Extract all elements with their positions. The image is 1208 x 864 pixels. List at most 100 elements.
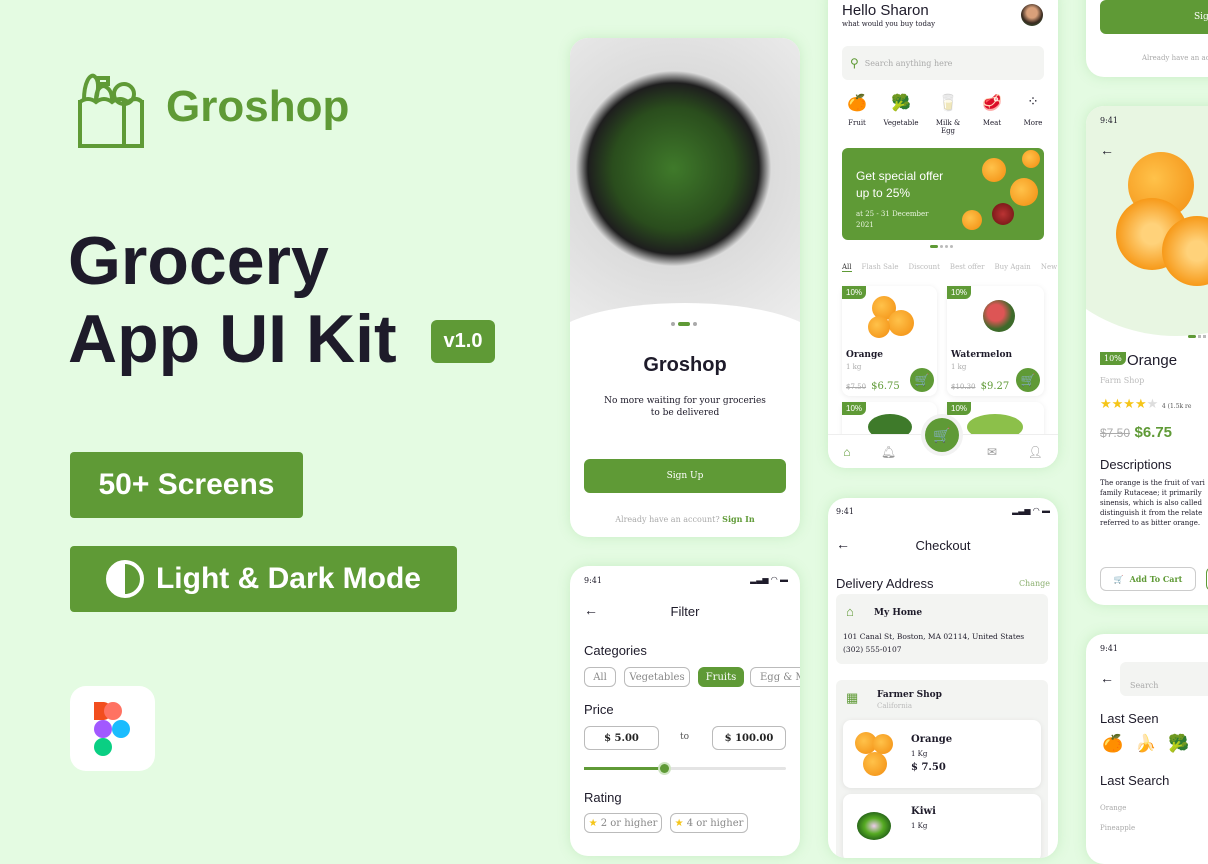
category-label: Fruit bbox=[848, 119, 866, 127]
avatar[interactable] bbox=[1021, 4, 1043, 26]
price-max-input[interactable]: $ 100.00 bbox=[712, 726, 786, 750]
item-name: Kiwi bbox=[911, 806, 936, 817]
delivery-address-label: Delivery Address bbox=[836, 576, 934, 591]
tab-best-offer[interactable]: Best offer bbox=[950, 263, 985, 272]
bell-icon[interactable]: 🔔︎ bbox=[881, 445, 896, 459]
have-account-text: Already have an ac bbox=[1142, 54, 1208, 62]
discount-badge: 10% bbox=[1100, 352, 1126, 365]
price-label: Price bbox=[584, 702, 614, 717]
category-milk-egg[interactable]: 🥛 Milk & Egg bbox=[928, 93, 968, 135]
mail-icon[interactable]: ✉ bbox=[987, 445, 997, 459]
have-account-text: Already have an account? bbox=[615, 515, 720, 524]
add-to-cart-button[interactable]: 🛒 bbox=[1016, 368, 1040, 392]
category-fruits[interactable]: Fruits bbox=[698, 667, 744, 687]
status-icons: ▂▃▅ ◠ ▬ bbox=[1012, 506, 1050, 515]
recent-search-item[interactable]: Pineapple bbox=[1100, 824, 1135, 832]
rating-2-option[interactable]: ★ 2 or higher bbox=[584, 813, 662, 833]
address-card[interactable]: ⌂ My Home 101 Canal St, Boston, MA 02114… bbox=[836, 594, 1048, 664]
banner-title: Get special offer bbox=[856, 169, 944, 183]
item-price: $ 7.50 bbox=[911, 762, 946, 773]
status-time: 9:41 bbox=[836, 507, 854, 516]
last-seen-items: 🍊 🍌 🥦 bbox=[1102, 734, 1190, 754]
product-name: Watermelon bbox=[951, 350, 1012, 360]
search-input[interactable]: Search bbox=[1120, 662, 1208, 696]
price-slider-track[interactable] bbox=[584, 764, 786, 773]
category-label: Meat bbox=[982, 119, 1002, 127]
tab-new[interactable]: New bbox=[1041, 263, 1057, 272]
contrast-icon bbox=[105, 560, 144, 598]
price-slider-handle[interactable] bbox=[660, 764, 669, 773]
discount-badge: 10% bbox=[842, 402, 867, 415]
signin-prompt: Already have an account? Sign In bbox=[570, 514, 800, 524]
product-card-orange[interactable]: 10% Orange 1 kg $7.50 $6.75 🛒 bbox=[842, 286, 937, 396]
signup-screen-partial: Sign Up Already have an ac bbox=[1086, 0, 1208, 77]
product-tabs: All Flash Sale Discount Best offer Buy Again… bbox=[842, 263, 1057, 272]
user-icon[interactable]: 👤︎ bbox=[1028, 445, 1043, 459]
broccoli-thumb[interactable]: 🥦 bbox=[1168, 734, 1189, 754]
category-label: More bbox=[1023, 119, 1043, 127]
orange-thumb[interactable]: 🍊 bbox=[1102, 734, 1123, 754]
star-icon: ★ bbox=[674, 817, 684, 829]
old-price: $10.30 bbox=[951, 383, 976, 391]
back-arrow-icon[interactable]: ← bbox=[1100, 142, 1114, 158]
address-name: My Home bbox=[874, 608, 923, 618]
screen-title: Filter bbox=[670, 604, 700, 619]
category-meat[interactable]: 🥩 Meat bbox=[975, 93, 1009, 135]
rating-4-option[interactable]: ★ 4 or higher bbox=[670, 813, 748, 833]
cart-item-kiwi[interactable]: Kiwi 1 Kg bbox=[843, 794, 1041, 858]
category-all[interactable]: All bbox=[584, 667, 616, 687]
sign-up-button[interactable]: Sign Up bbox=[1100, 0, 1208, 34]
sign-in-link[interactable]: Sign In bbox=[722, 514, 755, 524]
category-vegetable[interactable]: 🥦 Vegetable bbox=[881, 93, 921, 135]
tab-buy-again[interactable]: Buy Again bbox=[995, 263, 1031, 272]
price-min-input[interactable]: $ 5.00 bbox=[584, 726, 659, 750]
category-fruit[interactable]: 🍊 Fruit bbox=[840, 93, 874, 135]
shop-card: ▦ Farmer Shop California Orange 1 Kg $ 7… bbox=[836, 680, 1048, 858]
tab-discount[interactable]: Discount bbox=[909, 263, 940, 272]
product-detail-screen: 9:41 ← 10% Orange Farm Shop ★★★★★ 4 (1.5… bbox=[1086, 106, 1208, 605]
page-dots bbox=[671, 322, 697, 326]
shop-name: Farmer Shop bbox=[877, 690, 942, 700]
figma-icon bbox=[70, 686, 155, 771]
home-icon[interactable]: ⌂ bbox=[843, 445, 850, 459]
change-link[interactable]: Change bbox=[1019, 579, 1050, 588]
category-more[interactable]: ⁘ More bbox=[1016, 93, 1050, 135]
search-input[interactable]: ⚲ Search anything here bbox=[842, 46, 1044, 80]
feature-screens: 50+ Screens bbox=[70, 452, 303, 518]
rating-label: Rating bbox=[584, 790, 622, 805]
recent-search-item[interactable]: Orange bbox=[1100, 804, 1126, 812]
image-dots bbox=[1188, 335, 1206, 338]
search-screen: 9:41 ← Search Last Seen 🍊 🍌 🥦 Last Search … bbox=[1086, 634, 1208, 864]
discount-badge: 10% bbox=[842, 286, 867, 299]
add-to-cart-button[interactable]: 🛒 bbox=[910, 368, 934, 392]
banner-date-2: 2021 bbox=[856, 221, 874, 229]
status-time: 9:41 bbox=[584, 576, 602, 585]
hero-title-line1: Grocery bbox=[68, 223, 329, 299]
old-price: $7.50 bbox=[1100, 426, 1131, 440]
discount-badge: 10% bbox=[947, 286, 972, 299]
greeting-sub: what would you buy today bbox=[842, 20, 936, 28]
discount-badge: 10% bbox=[947, 402, 972, 415]
hero-photo bbox=[570, 38, 800, 328]
description-line: referred to as bitter orange. bbox=[1100, 519, 1201, 527]
item-unit: 1 Kg bbox=[911, 750, 928, 758]
banana-thumb[interactable]: 🍌 bbox=[1135, 734, 1156, 754]
tab-all[interactable]: All bbox=[842, 263, 852, 272]
tab-flash-sale[interactable]: Flash Sale bbox=[862, 263, 899, 272]
add-to-cart-button[interactable]: 🛒 Add To Cart bbox=[1100, 567, 1196, 591]
cart-item-orange[interactable]: Orange 1 Kg $ 7.50 bbox=[843, 720, 1041, 788]
cart-fab[interactable]: 🛒 bbox=[925, 418, 959, 452]
back-arrow-icon[interactable]: ← bbox=[1100, 670, 1114, 686]
sign-up-button[interactable]: Sign Up bbox=[584, 459, 786, 493]
shop-location: California bbox=[877, 702, 913, 710]
price-row: $7.50 $6.75 bbox=[1100, 424, 1172, 442]
meat-icon: 🥩 bbox=[982, 95, 1002, 112]
category-vegetables[interactable]: Vegetables bbox=[624, 667, 690, 687]
promo-banner[interactable]: Get special offer up to 25% at 25 - 31 D… bbox=[842, 148, 1044, 240]
price-to-label: to bbox=[680, 732, 690, 742]
product-card-watermelon[interactable]: 10% Watermelon 1 kg $10.30 $9.27 🛒 bbox=[947, 286, 1044, 396]
category-egg-meat[interactable]: Egg & Me bbox=[750, 667, 800, 687]
old-price: $7.50 bbox=[846, 383, 867, 391]
last-search-heading: Last Search bbox=[1100, 773, 1170, 788]
review-count: 4 (1.5k re bbox=[1161, 403, 1192, 410]
